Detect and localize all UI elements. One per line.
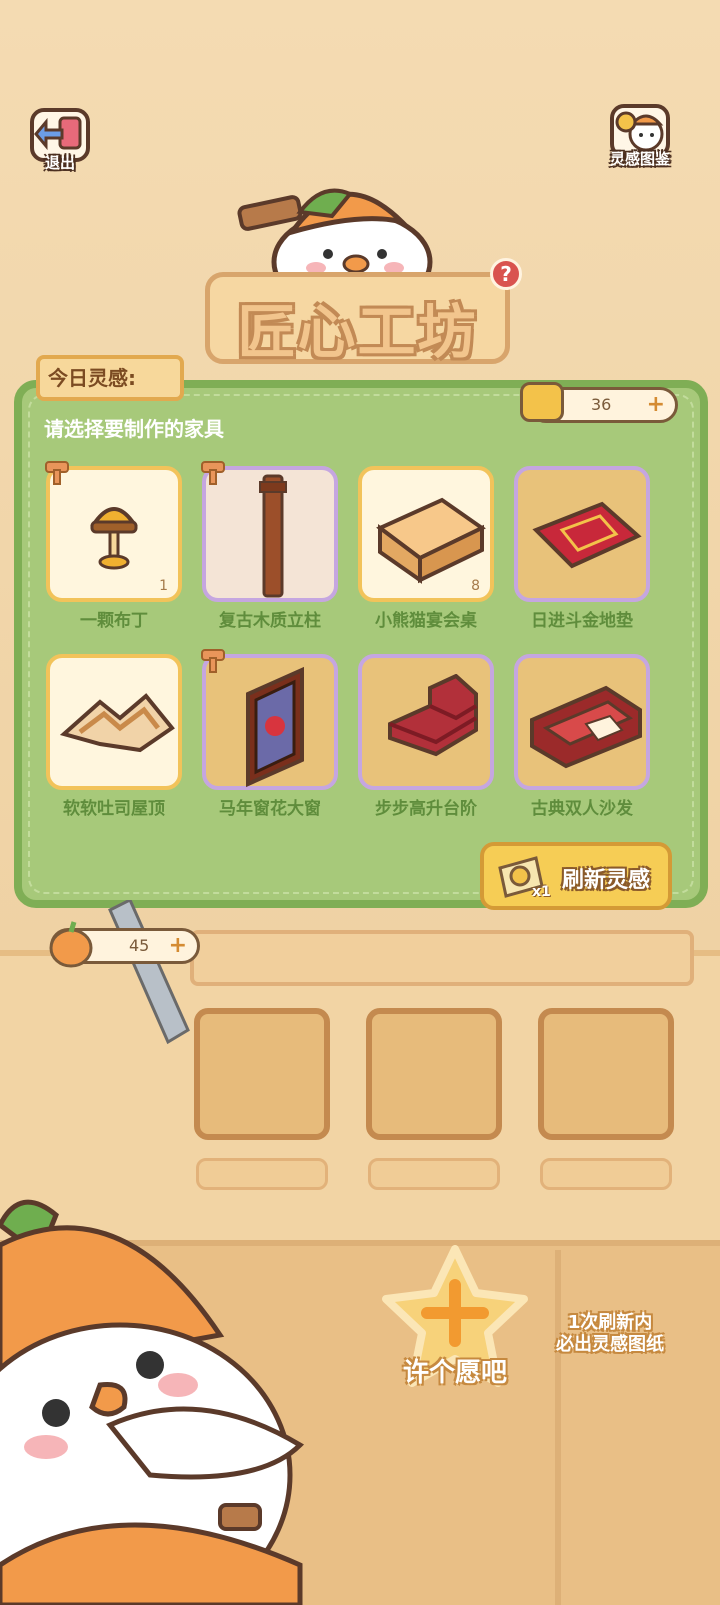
hammer-tag-icon <box>201 461 225 485</box>
page-title: 匠心工坊 <box>237 298 478 366</box>
furniture-card-pudding[interactable]: 1 <box>45 461 182 602</box>
refresh-cost: x1 <box>532 884 551 900</box>
refresh-label: 刷新灵感 <box>562 868 651 893</box>
item-name: 古典双人沙发 <box>531 799 633 819</box>
refresh-inspiration-button[interactable]: x1 刷新灵感 <box>480 842 672 910</box>
workshop-title-board: 匠心工坊 <box>205 272 510 366</box>
item-name: 小熊猫宴会桌 <box>375 611 477 631</box>
crafting-slot[interactable] <box>538 1008 674 1140</box>
red-stairs-icon <box>388 674 478 757</box>
banquet-table-icon <box>376 497 486 584</box>
pumpkin-icon <box>49 921 93 968</box>
shelf-board <box>190 930 694 986</box>
item-name: 一颗布丁 <box>80 611 148 631</box>
add-pumpkin-icon[interactable]: + <box>169 931 187 961</box>
item-name: 软软吐司屋顶 <box>63 799 165 819</box>
crafting-slot-label <box>540 1158 672 1190</box>
furniture-card-stairs[interactable] <box>358 654 494 790</box>
red-rug-icon <box>532 501 642 569</box>
wooden-pillar-icon <box>259 474 287 598</box>
wish-hint-line2: 必出灵感图纸 <box>556 1334 664 1355</box>
wish-label: 许个愿吧 <box>402 1358 507 1388</box>
wish-hint: 1次刷新内 必出灵感图纸 <box>540 1312 680 1356</box>
item-count: 1 <box>159 578 168 594</box>
hammer-tag-icon <box>45 461 69 485</box>
inspiration-ticket-icon <box>520 382 564 422</box>
item-name: 马年窗花大窗 <box>219 799 321 819</box>
item-name: 日进斗金地垫 <box>531 611 633 631</box>
select-furniture-prompt: 请选择要制作的家具 <box>44 417 224 441</box>
item-name: 复古木质立柱 <box>219 611 321 631</box>
item-count: 8 <box>471 578 480 594</box>
hammer-tag-icon <box>201 649 225 673</box>
inspiration-codex-button[interactable]: 灵感图鉴 <box>604 100 676 172</box>
furniture-card-rug[interactable] <box>514 466 650 602</box>
mascot-character-icon <box>0 1199 305 1605</box>
codex-label: 灵感图鉴 <box>609 150 670 168</box>
floor-divider <box>555 1250 561 1605</box>
exit-button[interactable]: 退出 <box>24 104 96 176</box>
pudding-lamp-icon <box>90 507 138 570</box>
inspiration-panel <box>14 380 708 908</box>
help-button[interactable]: ? <box>490 258 522 290</box>
furniture-card-sofa[interactable] <box>514 654 650 790</box>
furniture-card-window[interactable] <box>201 649 338 790</box>
pumpkin-count: 45 <box>129 936 150 955</box>
crafting-slot[interactable] <box>366 1008 502 1140</box>
crafting-slot[interactable] <box>194 1008 330 1140</box>
furniture-card-banquet-table[interactable]: 8 <box>358 466 494 602</box>
item-name: 步步高升台阶 <box>375 799 477 819</box>
furniture-card-toast-roof[interactable] <box>46 654 182 790</box>
inspiration-count: 36 <box>591 395 612 414</box>
today-inspiration-tab: 今日灵感: <box>36 355 184 401</box>
lattice-window-icon <box>246 666 304 788</box>
toast-roof-icon <box>60 693 175 753</box>
classic-sofa-icon <box>530 685 642 769</box>
crafting-slot-label <box>368 1158 500 1190</box>
add-inspiration-icon[interactable]: + <box>647 390 665 420</box>
exit-label: 退出 <box>44 154 75 172</box>
wish-hint-line1: 1次刷新内 <box>567 1312 653 1333</box>
furniture-card-pillar[interactable] <box>201 461 338 602</box>
